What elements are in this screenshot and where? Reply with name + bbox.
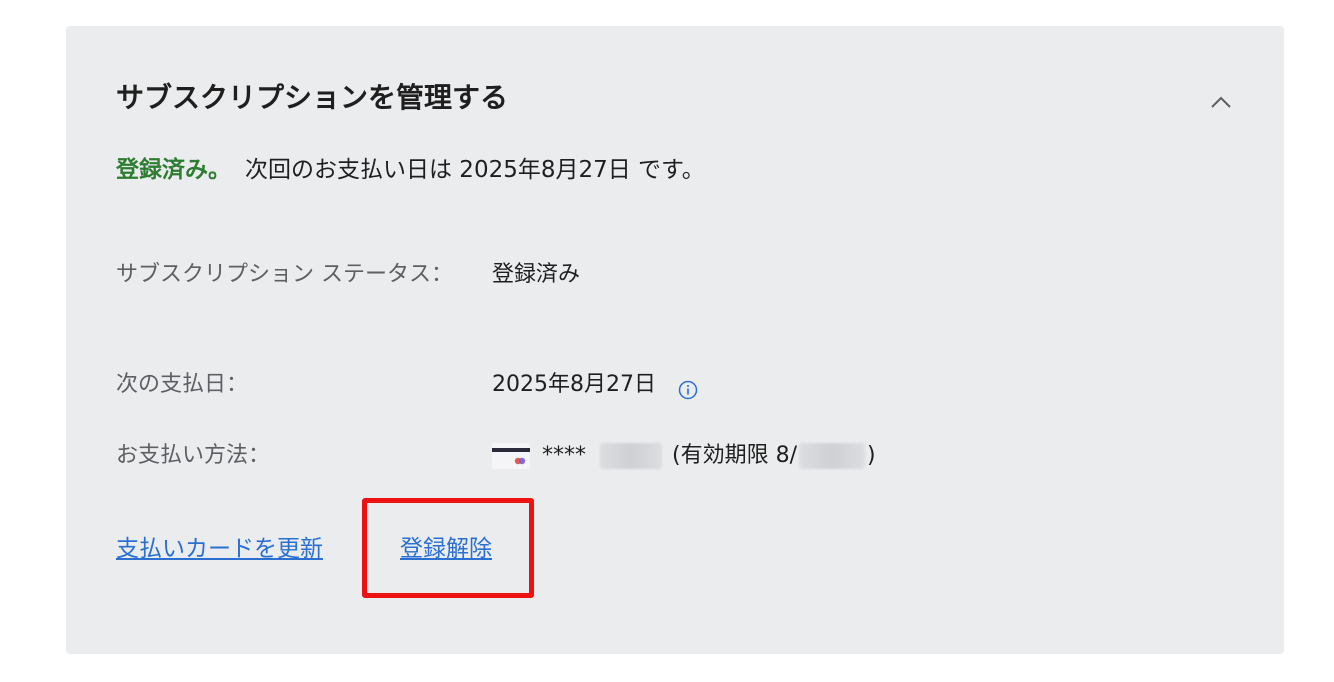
- payment-method-label: お支払い方法：: [116, 443, 271, 468]
- credit-card-icon: [492, 443, 530, 469]
- next-payment-sentence: 次回のお支払い日は 2025年8月27日 です。: [245, 157, 705, 183]
- subscription-summary: 登録済み。 次回のお支払い日は 2025年8月27日 です。: [116, 153, 705, 187]
- next-payment-value-row: 2025年8月27日: [492, 366, 698, 404]
- panel-title: サブスクリプションを管理する: [116, 81, 509, 114]
- info-icon[interactable]: [678, 375, 698, 400]
- redacted-expiry-year: [799, 443, 865, 469]
- subscription-status-label: サブスクリプション ステータス：: [116, 262, 453, 287]
- chevron-up-icon[interactable]: [1206, 88, 1236, 118]
- manage-subscription-panel: サブスクリプションを管理する 登録済み。 次回のお支払い日は 2025年8月27日…: [66, 26, 1284, 654]
- update-card-link[interactable]: 支払いカードを更新: [116, 531, 323, 567]
- redacted-card-digits: [600, 443, 662, 469]
- card-number-mask: ****: [542, 443, 586, 468]
- card-expiry-prefix: (有効期限 8/: [672, 443, 797, 468]
- next-payment-value: 2025年8月27日: [492, 372, 656, 397]
- payment-method-value: **** (有効期限 8/ ): [492, 437, 876, 475]
- card-expiry-suffix: ): [867, 443, 876, 468]
- unsubscribe-link[interactable]: 登録解除: [400, 531, 492, 567]
- status-highlight: 登録済み。: [116, 157, 231, 183]
- next-payment-label: 次の支払日：: [116, 372, 249, 397]
- subscription-status-value: 登録済み: [492, 262, 581, 287]
